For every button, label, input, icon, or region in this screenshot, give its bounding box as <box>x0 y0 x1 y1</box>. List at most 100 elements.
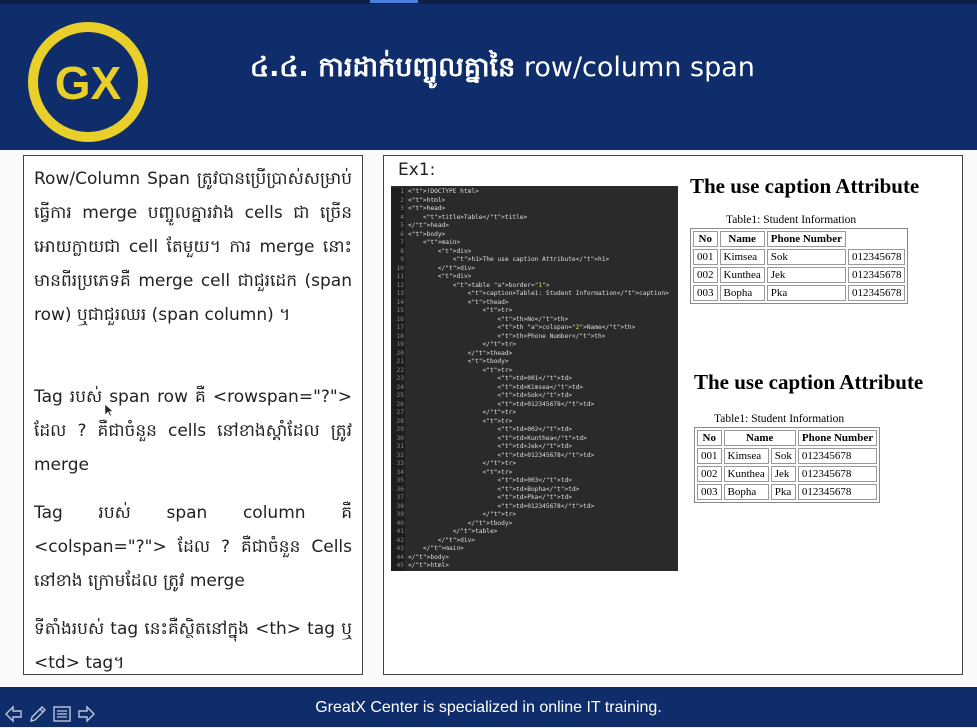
table-cell: 012345678 <box>847 249 906 265</box>
code-line: 17 <"t">th "a">colspan="2">Name</"t">th> <box>396 324 636 331</box>
code-line: 19 </"t">tr> <box>396 341 517 348</box>
table-cell: Jek <box>766 267 846 283</box>
table-row: 003 Bopha Pka 012345678 <box>693 285 906 301</box>
code-line: 5 </"t">head> <box>400 222 449 229</box>
table-cell: 002 <box>697 466 722 482</box>
table-row: 001 Kimsea Sok 012345678 <box>697 448 878 464</box>
paragraph-intro: Row/Column Span ត្រូវបានប្រើប្រាស់សម្រាប… <box>34 169 352 325</box>
table-row: 002 Kunthea Jek 012345678 <box>697 466 878 482</box>
paragraph-location: ទីតាំងរបស់ tag នេះគឺស្ថិតនៅក្នុង <th> ta… <box>34 619 352 673</box>
demo2-heading: The use caption Attribute <box>694 370 924 394</box>
demo1-heading: The use caption Attribute <box>690 174 920 198</box>
title-khmer: ៤.៤. ការដាក់បញ្ចូលគ្នានៃ <box>250 52 516 83</box>
table-cell: 012345678 <box>797 466 878 482</box>
code-line: 25 <"t">td>Sok</"t">td> <box>396 392 572 399</box>
table-row: 003 Bopha Pka 012345678 <box>697 484 878 500</box>
table-cell: 012345678 <box>847 267 906 283</box>
header-phone: Phone Number <box>766 231 846 247</box>
code-line: 37 <"t">td>Pka</"t">td> <box>396 494 572 501</box>
code-line: 33 </"t">tr> <box>396 460 517 467</box>
code-line: 2 <"t">html> <box>400 196 446 204</box>
code-line: 40 </"t">tbody> <box>396 519 513 527</box>
code-line: 6 <"t">body> <box>400 230 446 238</box>
table-cell: Sok <box>770 448 796 464</box>
demo2-table: No Name Phone Number 001 Kimsea Sok 0123456… <box>694 427 881 503</box>
table-cell: 001 <box>693 249 718 265</box>
header-phone: Phone Number <box>797 430 878 446</box>
example-label: Ex1: <box>398 160 436 180</box>
table-cell: 003 <box>697 484 722 500</box>
demo1-table: No Name Phone Number 001 Kimsea Sok 0123456… <box>690 228 909 304</box>
table-cell: Bopha <box>723 484 769 500</box>
table-cell: Kimsea <box>723 448 769 464</box>
code-line: 31 <"t">td>Jek</"t">td> <box>396 443 572 450</box>
code-line: 1 <"t">!DOCTYPE html> <box>400 188 479 195</box>
code-line: 45 </"t">html> <box>396 562 449 569</box>
table-cell: Pka <box>770 484 796 500</box>
code-line: 38 <"t">td>012345678</"t">td> <box>396 502 595 510</box>
code-line: 20 </"t">thead> <box>396 349 513 357</box>
code-line: 29 <"t">td>002</"t">td> <box>396 426 572 433</box>
header-no: No <box>693 231 718 247</box>
header-no: No <box>697 430 722 446</box>
code-line: 10 </"t">div> <box>396 264 476 272</box>
code-editor: 1 <"t">!DOCTYPE html> 2 <"t">html> 3 <"t">hea… <box>391 186 678 571</box>
slide-header: GX ៤.៤. ការដាក់បញ្ចូលគ្នានៃ row/column s… <box>0 4 977 150</box>
code-line: 3 <"t">head> <box>400 205 446 212</box>
header-name: Name <box>719 231 765 247</box>
demo2-caption: Table1: Student Information <box>714 413 845 425</box>
code-line: 35 <"t">td>003</"t">td> <box>396 477 572 484</box>
table-cell: 001 <box>697 448 722 464</box>
code-line: 22 <"t">tr> <box>396 366 513 374</box>
progress-marker <box>370 0 418 3</box>
code-line: 13 <"t">caption>Table1: Student Informat… <box>396 290 669 297</box>
code-line: 30 <"t">td>Kunthea</"t">td> <box>396 434 587 442</box>
code-line: 34 <"t">tr> <box>396 468 513 476</box>
code-line: 7 <"t">main> <box>400 239 461 246</box>
code-line: 21 <"t">tbody> <box>396 358 509 365</box>
explanation-panel: Row/Column Span ត្រូវបានប្រើប្រាស់សម្រាប… <box>23 155 363 675</box>
footer-text: GreatX Center is specialized in online I… <box>315 699 662 716</box>
code-line: 8 <"t">div> <box>400 247 472 255</box>
gx-logo: GX <box>28 22 148 142</box>
code-line: 44 </"t">body> <box>396 553 449 561</box>
table-cell: 012345678 <box>847 285 906 301</box>
table-cell: 012345678 <box>797 448 878 464</box>
code-line: 41 </"t">table> <box>396 528 498 535</box>
code-line: 9 <"t">h1>The use caption Attribute</"t"… <box>400 256 610 263</box>
code-line: 24 <"t">td>Kimsea</"t">td> <box>396 383 584 391</box>
table-row: 001 Kimsea Sok 012345678 <box>693 249 906 265</box>
code-line: 43 </"t">main> <box>396 545 464 552</box>
code-line: 26 <"t">td>012345678</"t">td> <box>396 400 595 408</box>
table-cell: Kunthea <box>723 466 769 482</box>
table-cell: 003 <box>693 285 718 301</box>
demo1-caption: Table1: Student Information <box>726 214 857 226</box>
table-cell: Kimsea <box>719 249 765 265</box>
code-line: 11 <"t">div> <box>396 273 472 280</box>
table-cell: Bopha <box>719 285 765 301</box>
table-cell: Jek <box>770 466 796 482</box>
code-line: 23 <"t">td>001</"t">td> <box>396 375 572 382</box>
slide-title: ៤.៤. ការដាក់បញ្ចូលគ្នានៃ row/column span <box>250 51 755 90</box>
table-row: 002 Kunthea Jek 012345678 <box>693 267 906 283</box>
code-line: 14 <"t">thead> <box>396 298 509 306</box>
code-line: 18 <"t">th>Phone Number</"t">th> <box>396 332 606 340</box>
title-english: row/column span <box>523 52 755 83</box>
code-line: 27 </"t">tr> <box>396 409 517 416</box>
code-line: 15 <"t">tr> <box>396 307 513 314</box>
mouse-cursor-icon <box>104 403 114 417</box>
code-line: 32 <"t">td>012345678</"t">td> <box>396 451 595 459</box>
table-cell: Pka <box>766 285 846 301</box>
table-cell: Sok <box>766 249 846 265</box>
table-header-row: No Name Phone Number <box>697 430 878 446</box>
paragraph-rowspan: Tag របស់ span row គឺ <rowspan="?"> ដែល ?… <box>34 387 352 475</box>
code-line: 4 <"t">title>Table</"t">title> <box>400 213 528 221</box>
header-name: Name <box>723 430 796 446</box>
code-line: 39 </"t">tr> <box>396 511 517 518</box>
table-cell: Kunthea <box>719 267 765 283</box>
code-line: 42 </"t">div> <box>396 536 476 544</box>
slide-footer: GreatX Center is specialized in online I… <box>0 687 977 727</box>
code-line: 16 <"t">th>No</"t">th> <box>396 315 569 323</box>
paragraph-colspan: Tag របស់ span column គឺ <colspan="?"> ដែ… <box>34 503 352 591</box>
table-cell: 002 <box>693 267 718 283</box>
